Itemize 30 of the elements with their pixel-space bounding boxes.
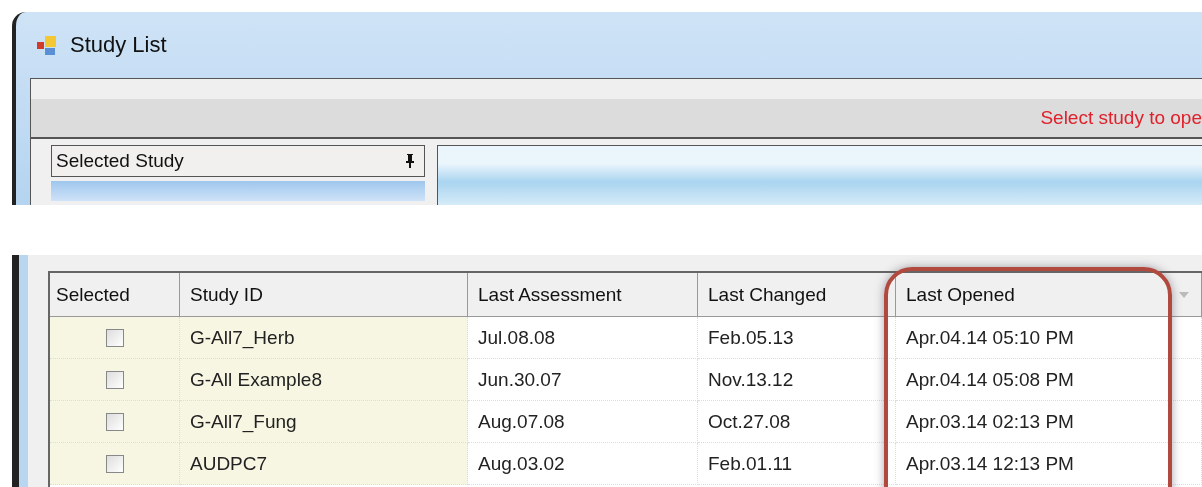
app-icon xyxy=(36,34,58,56)
table-cell: Aug.07.08 xyxy=(478,410,565,433)
table-cell: Aug.03.02 xyxy=(478,452,565,475)
status-message: Select study to ope xyxy=(1040,107,1202,129)
table-cell: Nov.13.12 xyxy=(708,368,794,391)
table-cell: Apr.04.14 05:10 PM xyxy=(906,326,1074,349)
table-cell: G-All Example8 xyxy=(190,368,322,391)
panel-title: Selected Study xyxy=(56,150,184,172)
table-cell: AUDPC7 xyxy=(190,452,268,475)
column-header[interactable]: Last Assessment xyxy=(468,273,698,317)
column-header[interactable]: Last Opened xyxy=(896,273,1202,317)
table-cell: Apr.04.14 05:08 PM xyxy=(906,368,1074,391)
row-checkbox[interactable] xyxy=(105,328,124,347)
table-cell: Feb.05.13 xyxy=(708,326,794,349)
table-cell: Oct.27.08 xyxy=(708,410,791,433)
row-checkbox[interactable] xyxy=(105,454,124,473)
table-cell: Jul.08.08 xyxy=(478,326,556,349)
column-header[interactable]: Last Changed xyxy=(698,273,896,317)
column-header[interactable]: Study ID xyxy=(180,273,468,317)
row-checkbox[interactable] xyxy=(105,412,124,431)
table-cell: G-All7_Herb xyxy=(190,326,295,349)
window-title: Study List xyxy=(70,32,167,58)
table-cell: Apr.03.14 02:13 PM xyxy=(906,410,1074,433)
table-cell: Jun.30.07 xyxy=(478,368,562,391)
table-cell: G-All7_Fung xyxy=(190,410,297,433)
pin-icon[interactable] xyxy=(404,153,416,169)
column-header[interactable]: Selected xyxy=(50,273,180,317)
row-checkbox[interactable] xyxy=(105,370,124,389)
table-cell: Apr.03.14 12:13 PM xyxy=(906,452,1074,475)
table-cell: Feb.01.11 xyxy=(708,452,793,475)
